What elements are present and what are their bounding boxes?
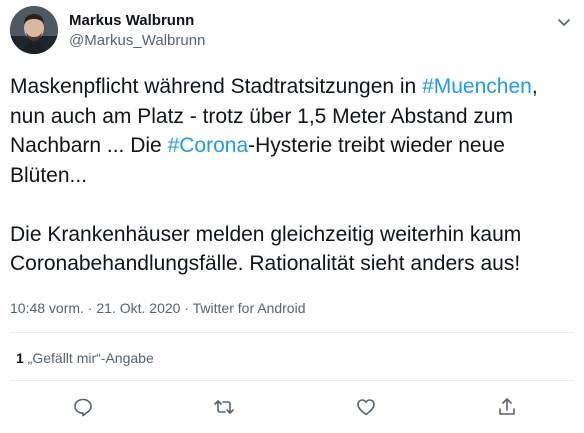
tweet-date[interactable]: 21. Okt. 2020 bbox=[96, 300, 180, 316]
tweet-paragraph-1: Maskenpflicht während Stadtratsitzungen … bbox=[10, 72, 576, 190]
hashtag-link-muenchen[interactable]: #Muenchen bbox=[422, 75, 532, 98]
tweet-card: Markus Walbrunn @Markus_Walbrunn Maskenp… bbox=[0, 0, 584, 433]
likes-label: „Gefällt mir“-Angabe bbox=[23, 350, 154, 366]
hashtag-link-corona[interactable]: #Corona bbox=[168, 134, 249, 157]
author-handle[interactable]: @Markus_Walbrunn bbox=[69, 32, 205, 50]
likes-count: 1 bbox=[16, 350, 24, 366]
meta-separator: · bbox=[180, 300, 193, 316]
meta-separator: · bbox=[83, 300, 97, 316]
likes-count-link[interactable]: 1 „Gefällt mir“-Angabe bbox=[16, 348, 154, 368]
tweet-time[interactable]: 10:48 vorm. bbox=[10, 300, 84, 316]
avatar-photo-icon bbox=[10, 6, 58, 54]
divider bbox=[10, 332, 574, 333]
tweet-meta: 10:48 vorm. · 21. Okt. 2020 · Twitter fo… bbox=[10, 298, 305, 318]
author-display-name[interactable]: Markus Walbrunn bbox=[69, 12, 205, 30]
divider bbox=[10, 380, 574, 381]
reply-icon[interactable] bbox=[72, 396, 94, 418]
avatar[interactable] bbox=[10, 6, 58, 54]
author-info: Markus Walbrunn @Markus_Walbrunn bbox=[69, 12, 205, 50]
tweet-source[interactable]: Twitter for Android bbox=[193, 300, 306, 316]
retweet-icon[interactable] bbox=[213, 396, 235, 418]
share-icon[interactable] bbox=[496, 396, 518, 418]
tweet-actions bbox=[0, 392, 584, 424]
heart-icon[interactable] bbox=[355, 396, 377, 418]
tweet-text-segment: Maskenpflicht während Stadtratsitzungen … bbox=[10, 75, 423, 98]
tweet-paragraph-2: Die Krankenhäuser melden gleichzeitig we… bbox=[10, 222, 522, 276]
chevron-down-icon[interactable] bbox=[554, 12, 574, 32]
tweet-text: Maskenpflicht während Stadtratsitzungen … bbox=[10, 72, 576, 279]
tweet-header: Markus Walbrunn @Markus_Walbrunn bbox=[10, 6, 574, 56]
